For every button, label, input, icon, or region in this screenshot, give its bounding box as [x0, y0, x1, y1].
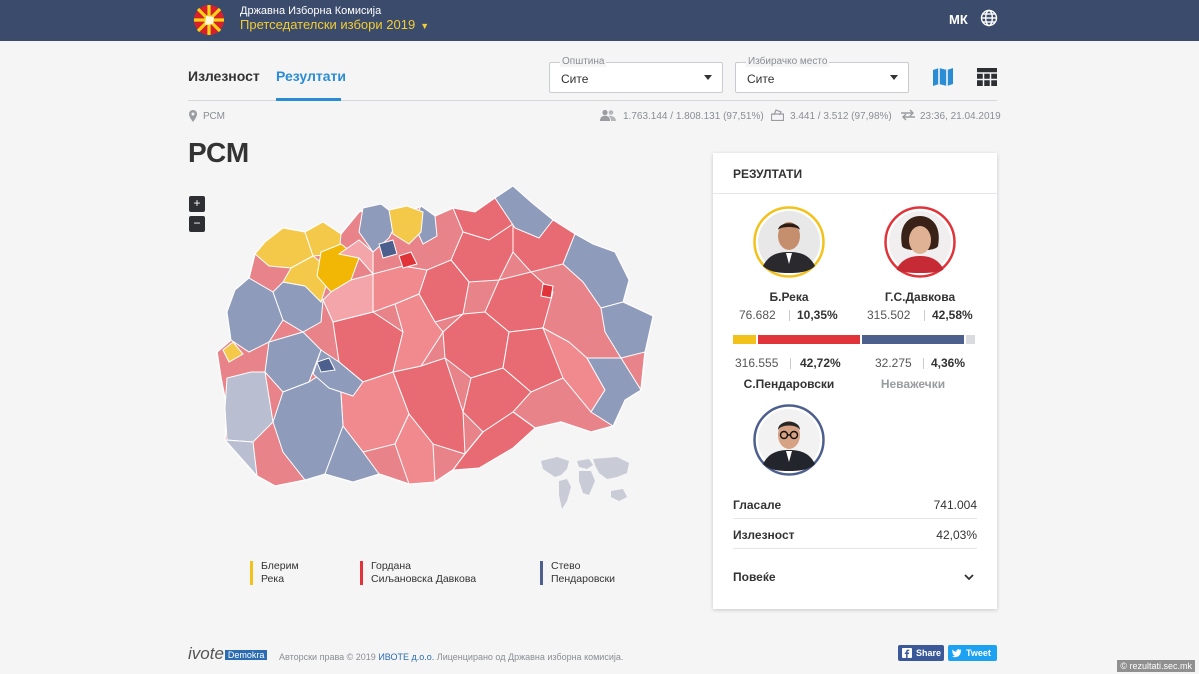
divider: [733, 518, 977, 519]
invalid-label: Неважечки: [880, 377, 946, 391]
election-title: Претседателски избори 2019: [240, 17, 416, 32]
voters-icon: [600, 109, 616, 121]
legend-label: Блерим: [261, 560, 299, 572]
ivote-logo-text: ivote: [188, 644, 224, 663]
divider: [924, 310, 925, 321]
top-bar: Државна Изборна Комисија Претседателски …: [0, 0, 1199, 41]
candidate-votes-pendarovski: 316.555: [735, 356, 779, 370]
location-pin-icon: [189, 110, 197, 122]
legend-color-reka: [250, 561, 253, 585]
candidate-photo-reka: [753, 206, 825, 278]
map-region: [223, 439, 258, 478]
map-view-icon[interactable]: [932, 67, 954, 87]
candidate-votes-reka: 76.682: [739, 308, 776, 322]
copyright-suffix: Лиценцирано од Државна изборна комисија.: [436, 652, 624, 662]
table-view-icon[interactable]: [977, 68, 997, 86]
org-title: Државна Изборна Комисија: [240, 5, 382, 17]
tab-results[interactable]: Резултати: [276, 68, 346, 84]
sun-emblem-logo: [194, 5, 224, 35]
summary-label-voted: Гласале: [733, 498, 782, 512]
results-card: РЕЗУЛТАТИ Б.Река Г.С.Давкова 76.682 10,3…: [713, 153, 997, 609]
stations-stat: 3.441 / 3.512 (97,98%): [790, 111, 892, 122]
result-bar-reka: [733, 335, 756, 344]
more-button[interactable]: Повеќе: [733, 570, 776, 584]
world-minimap[interactable]: [537, 455, 635, 511]
divider: [789, 310, 790, 321]
dropdown-arrow-icon: [890, 75, 898, 80]
divider: [923, 358, 924, 369]
photo-credit: © rezultati.sec.mk: [1117, 660, 1195, 672]
results-title: РЕЗУЛТАТИ: [733, 167, 803, 181]
candidate-photo-pendarovski: [753, 404, 825, 476]
polling-station-select-label: Избирачко место: [746, 56, 830, 67]
legend-color-pendarovski: [540, 561, 543, 585]
twitter-icon: [952, 649, 962, 658]
facebook-icon: [902, 648, 912, 658]
facebook-share-button[interactable]: Share: [898, 645, 944, 661]
candidate-photo-davkova: [884, 206, 956, 278]
summary-value-voted: 741.004: [933, 498, 977, 512]
zoom-in-button[interactable]: +: [189, 196, 205, 212]
ballot-box-icon: [771, 109, 784, 121]
candidate-name-davkova: Г.С.Давкова: [884, 290, 956, 304]
divider: [790, 358, 791, 369]
tweet-button[interactable]: Tweet: [948, 645, 997, 661]
result-bar-davkova: [758, 335, 860, 344]
candidate-name-pendarovski: С.Пендаровски: [743, 377, 835, 391]
copyright: Авторски права © 2019 ИВОТЕ д.о.о. Лицен…: [279, 652, 623, 662]
legend-label: Гордана: [371, 560, 412, 572]
tab-turnout[interactable]: Излезност: [188, 68, 260, 84]
invalid-votes: 32.275: [875, 356, 912, 370]
result-bar-pendarovski: [862, 335, 964, 344]
polling-station-select-value: Сите: [747, 72, 775, 86]
divider: [713, 193, 997, 194]
summary-value-turnout: 42,03%: [936, 528, 977, 542]
refresh-arrows-icon: [901, 109, 915, 121]
chevron-down-icon[interactable]: [963, 571, 975, 583]
zoom-out-button[interactable]: −: [189, 216, 205, 232]
ivote-logo: ivote Demokra: [188, 644, 268, 664]
polling-station-select[interactable]: Избирачко место Сите: [735, 56, 909, 93]
municipality-select-value: Сите: [561, 72, 589, 86]
caret-down-icon: ▼: [420, 21, 430, 31]
page-title: РСМ: [188, 137, 250, 168]
candidate-pct-pendarovski: 42,72%: [800, 356, 841, 370]
legend-label: Пендаровски: [551, 573, 615, 585]
summary-label-turnout: Излезност: [733, 528, 795, 542]
globe-icon[interactable]: [980, 9, 998, 27]
candidate-name-reka: Б.Река: [769, 290, 809, 304]
invalid-pct: 4,36%: [931, 356, 966, 370]
candidate-pct-reka: 10,35%: [797, 308, 838, 322]
candidate-pct-davkova: 42,58%: [932, 308, 973, 322]
language-switch[interactable]: МК: [949, 12, 968, 27]
last-updated: 23:36, 21.04.2019: [920, 111, 1001, 122]
copyright-prefix: Авторски права © 2019: [279, 652, 376, 662]
voters-stat: 1.763.144 / 1.808.131 (97,51%): [623, 111, 764, 122]
legend-label: Сиљановска Давкова: [371, 573, 477, 585]
legend-label: Река: [261, 573, 285, 585]
tweet-label: Tweet: [966, 648, 991, 658]
dropdown-arrow-icon: [704, 75, 712, 80]
map-region: [540, 283, 554, 299]
election-selector[interactable]: Претседателски избори 2019 ▼: [240, 17, 429, 32]
candidate-votes-davkova: 315.502: [867, 308, 911, 322]
municipality-select[interactable]: Општина Сите: [549, 56, 723, 93]
divider: [733, 548, 977, 549]
breadcrumb: РСМ: [203, 111, 225, 122]
facebook-share-label: Share: [916, 648, 942, 658]
municipality-select-label: Општина: [560, 56, 607, 67]
legend-label: Стево: [551, 560, 581, 572]
legend-color-davkova: [360, 561, 363, 585]
ivote-logo-brand: Demokra: [224, 650, 268, 660]
company-link[interactable]: ИВОТЕ д.о.о.: [378, 652, 434, 662]
result-bar-invalid: [966, 335, 975, 344]
active-tab-indicator: [276, 98, 341, 101]
municipality-map[interactable]: [213, 182, 658, 492]
